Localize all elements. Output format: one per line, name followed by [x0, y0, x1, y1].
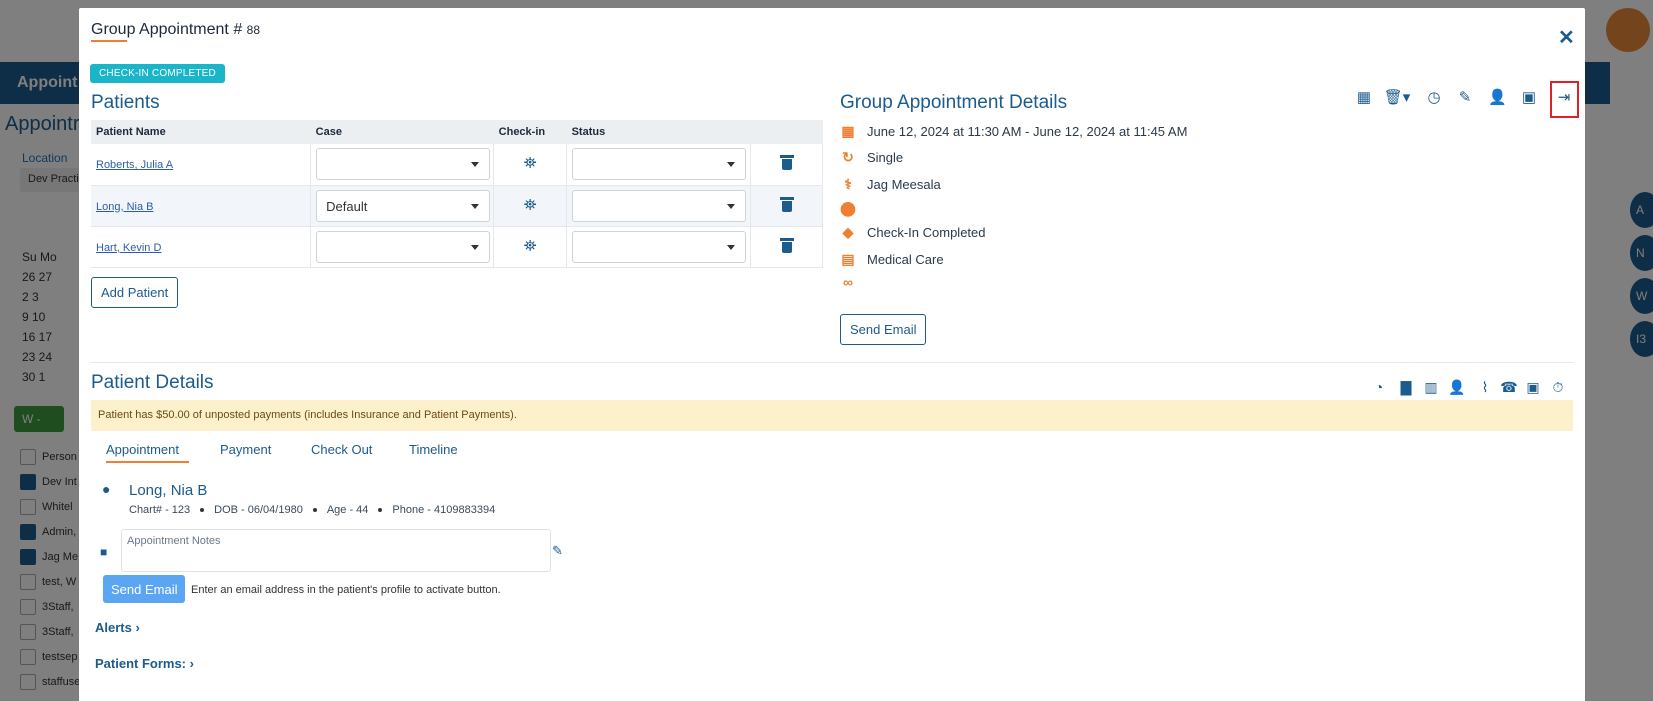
detail-provider: ⚕ Jag Meesala: [840, 176, 941, 192]
dashboard-icon[interactable]: ◔: [1370, 378, 1388, 396]
redo-icon: ↻: [842, 148, 854, 165]
calendar-day-icon[interactable]: ▣: [1520, 89, 1538, 107]
email-hint: Enter an email address in the patient's …: [191, 584, 501, 596]
type-text: Medical Care: [867, 251, 944, 267]
invoice-icon[interactable]: ▥: [1422, 378, 1440, 396]
map-checkin-icon[interactable]: ⛯: [524, 197, 537, 215]
add-patient-button[interactable]: Add Patient: [91, 277, 179, 308]
chevron-right-icon: ›: [135, 620, 140, 635]
patient-link[interactable]: Roberts, Julia A: [96, 159, 173, 171]
table-row: Hart, Kevin D ⛯: [91, 226, 823, 268]
patient-link[interactable]: Hart, Kevin D: [96, 242, 161, 254]
section-divider: [91, 362, 1573, 363]
column-header: Check-in: [493, 120, 567, 144]
tag-icon: ◆: [842, 223, 854, 240]
case-select[interactable]: [316, 230, 491, 263]
detail-recurrence: ↻ Single: [840, 149, 903, 165]
provider-text: Jag Meesala: [867, 176, 941, 192]
datetime-text: June 12, 2024 at 11:30 AM - June 12, 202…: [867, 123, 1188, 139]
user-icon: ●: [102, 481, 111, 497]
send-email-button[interactable]: Send Email: [840, 314, 927, 345]
phone-book-icon[interactable]: ☎: [1500, 378, 1518, 396]
user-check-icon[interactable]: 👤: [1446, 378, 1468, 396]
close-icon[interactable]: ✕: [1558, 25, 1575, 50]
contact-card-icon[interactable]: ▣: [1524, 378, 1542, 396]
detail-type: ▤ Medical Care: [840, 250, 944, 267]
patient-send-email-button[interactable]: Send Email: [103, 575, 186, 603]
patient-details-heading: Patient Details: [91, 372, 214, 393]
calendar-icon[interactable]: ▦: [1355, 89, 1373, 107]
table-row: Long, Nia B Default ⛯: [91, 185, 823, 227]
trash-icon[interactable]: [779, 196, 794, 212]
alerts-label: Alerts: [95, 620, 132, 635]
case-select[interactable]: [316, 148, 491, 181]
detail-location: ⬤: [840, 200, 867, 216]
tab-appointment[interactable]: Appointment: [106, 442, 179, 457]
appointment-number: 88: [246, 23, 261, 37]
paperclip-icon[interactable]: ⌇: [1476, 378, 1494, 396]
patient-forms-label: Patient Forms:: [95, 656, 187, 671]
patients-heading: Patients: [91, 92, 160, 113]
status-select[interactable]: [572, 230, 747, 263]
patient-link[interactable]: Long, Nia B: [96, 201, 153, 213]
column-header: Patient Name: [91, 120, 311, 144]
briefcase-icon[interactable]: ▇: [1397, 378, 1415, 396]
separator-dot: [312, 508, 317, 512]
document-icon: ▤: [841, 250, 855, 267]
trash-icon[interactable]: [779, 237, 794, 253]
trash-icon[interactable]: [779, 155, 794, 171]
patients-table: Patient Name Case Check-in Status Robert…: [91, 120, 823, 268]
status-select[interactable]: [572, 189, 747, 222]
status-badge: CHECK-IN COMPLETED: [90, 64, 225, 83]
highlight-box: [1550, 81, 1579, 118]
recurrence-text: Single: [867, 149, 904, 165]
detail-datetime: ▦ June 12, 2024 at 11:30 AM - June 12, 2…: [840, 123, 1187, 139]
status-select[interactable]: [572, 148, 747, 181]
detail-status: ◆ Check-In Completed: [840, 224, 986, 240]
patient-info: Chart# - 123 DOB - 06/04/1980 Age - 44 P…: [129, 504, 495, 516]
pencil-icon[interactable]: ✎: [552, 543, 563, 559]
column-header-actions: [750, 120, 823, 144]
user-check-icon[interactable]: 👤: [1488, 89, 1507, 107]
clock-icon[interactable]: ◷: [1425, 89, 1443, 107]
calendar-icon: ▦: [841, 122, 855, 139]
phone: Phone - 4109883394: [392, 504, 496, 516]
alerts-toggle[interactable]: Alerts ›: [95, 620, 140, 635]
map-pin-icon: ⬤: [840, 199, 856, 216]
patient-forms-toggle[interactable]: Patient Forms: ›: [95, 656, 194, 671]
case-select[interactable]: Default: [316, 189, 491, 222]
stopwatch-icon[interactable]: ⏱: [1549, 378, 1567, 396]
separator-dot: [200, 508, 205, 512]
map-checkin-icon[interactable]: ⛯: [524, 155, 537, 173]
table-row: Roberts, Julia A ⛯: [91, 144, 823, 186]
active-tab-underline: [106, 461, 189, 463]
map-checkin-icon[interactable]: ⛯: [524, 238, 537, 256]
delete-dropdown-icon[interactable]: 🗑▾: [1383, 89, 1411, 107]
date-of-birth: DOB - 06/04/1980: [214, 504, 303, 516]
sticky-note-icon: ■: [100, 545, 108, 559]
modal-title: Group Appointment # 88: [91, 21, 260, 39]
detail-link: ∞: [840, 274, 867, 290]
group-details-heading: Group Appointment Details: [840, 92, 1068, 113]
tab-payment[interactable]: Payment: [220, 442, 271, 457]
pencil-icon[interactable]: ✎: [1456, 89, 1474, 107]
appointment-notes-field[interactable]: Appointment Notes: [121, 529, 551, 572]
separator-dot: [378, 508, 383, 512]
column-header: Status: [566, 120, 751, 144]
stethoscope-icon: ⚕: [844, 175, 852, 192]
chart-number: Chart# - 123: [129, 504, 191, 516]
title-underline: [91, 40, 127, 42]
chevron-right-icon: ›: [189, 656, 194, 671]
age: Age - 44: [326, 504, 369, 516]
column-header: Case: [310, 120, 494, 144]
patient-name: Long, Nia B: [129, 482, 208, 499]
tab-timeline[interactable]: Timeline: [409, 442, 458, 457]
status-text: Check-In Completed: [867, 224, 986, 240]
link-icon: ∞: [843, 274, 853, 290]
modal-title-text: Group Appointment #: [91, 21, 243, 38]
unposted-payments-alert: Patient has $50.00 of unposted payments …: [91, 400, 1573, 431]
tab-check-out[interactable]: Check Out: [311, 442, 372, 457]
group-appointment-modal: Group Appointment # 88 ✕ CHECK-IN COMPLE…: [79, 8, 1585, 701]
